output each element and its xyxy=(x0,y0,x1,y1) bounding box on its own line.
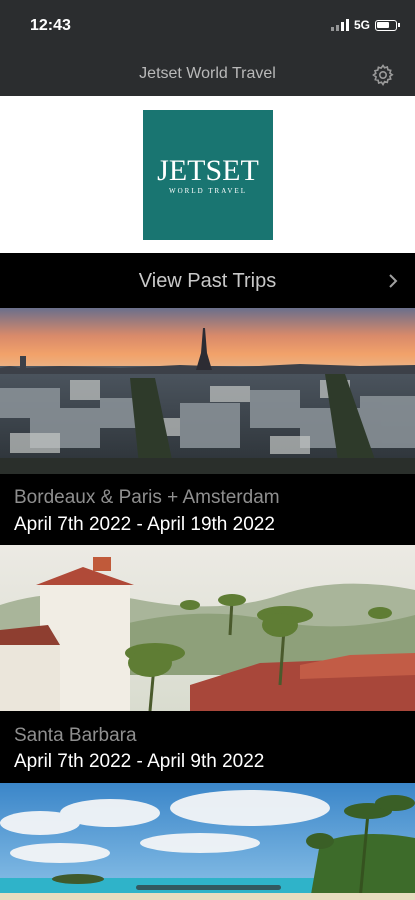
trip-card-beach[interactable] xyxy=(0,783,415,900)
trip-image-beach xyxy=(0,783,415,900)
trip-card-paris[interactable]: Bordeaux & Paris + Amsterdam April 7th 2… xyxy=(0,308,415,545)
logo-main-text: JETSET xyxy=(157,154,259,187)
view-past-trips-button[interactable]: View Past Trips xyxy=(0,253,415,308)
home-indicator[interactable] xyxy=(136,885,281,890)
status-icons: 5G xyxy=(330,18,400,32)
trip-name: Santa Barbara xyxy=(14,725,137,746)
trip-image-paris xyxy=(0,308,415,474)
logo-area: JETSET WORLD TRAVEL xyxy=(0,96,415,253)
gear-icon[interactable] xyxy=(371,63,395,87)
logo-sub-text: WORLD TRAVEL xyxy=(169,187,247,195)
network-label: 5G xyxy=(353,18,370,32)
status-time: 12:43 xyxy=(30,17,71,34)
company-logo: JETSET WORLD TRAVEL xyxy=(143,110,273,240)
app-title: Jetset World Travel xyxy=(139,65,276,82)
trip-image-santa-barbara xyxy=(0,545,415,711)
battery-icon xyxy=(375,19,400,31)
chevron-right-icon xyxy=(389,274,398,288)
view-past-trips-label: View Past Trips xyxy=(138,270,277,292)
trip-name: Bordeaux & Paris + Amsterdam xyxy=(14,487,280,508)
app-bar: Jetset World Travel xyxy=(0,52,415,96)
trip-card-santa-barbara[interactable]: Santa Barbara April 7th 2022 - April 9th… xyxy=(0,545,415,783)
trip-dates: April 7th 2022 - April 9th 2022 xyxy=(14,751,265,772)
status-bar: 12:43 5G xyxy=(0,0,415,52)
signal-icon xyxy=(330,19,349,31)
trip-dates: April 7th 2022 - April 19th 2022 xyxy=(14,514,275,535)
